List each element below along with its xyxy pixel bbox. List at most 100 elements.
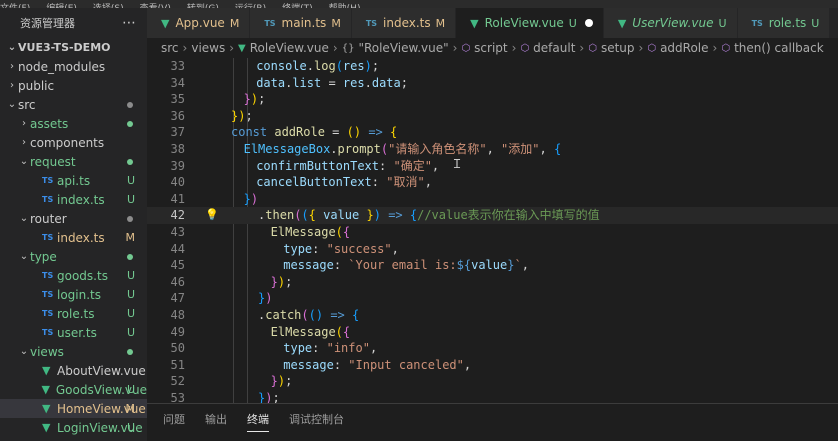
file-item[interactable]: TS goods.ts U (0, 266, 147, 285)
folder-item[interactable]: › assets (0, 114, 147, 133)
chevron-right-icon: › (638, 41, 644, 55)
code-token: ) (373, 208, 381, 223)
code-text: }); (256, 373, 293, 390)
file-item[interactable]: TS index.ts U (0, 190, 147, 209)
folder-item[interactable]: ⌄ type (0, 247, 147, 266)
folder-item[interactable]: › components (0, 133, 147, 152)
folder-item[interactable]: ⌄ router (0, 209, 147, 228)
code-token: message (283, 357, 334, 372)
code-token: : (312, 241, 327, 256)
vue-file-icon: ▼ (42, 421, 51, 434)
code-text: .then(({ value }) => {//value表示你在输入中填写的值 (244, 207, 600, 224)
breadcrumb: src › views › ▼ RoleView.vue ›{} "RoleView.vue"… (147, 38, 838, 58)
unsaved-dot-icon[interactable] (584, 19, 593, 27)
file-item[interactable]: TS user.ts U (0, 323, 147, 342)
ts-file-icon: TS (42, 309, 54, 318)
code-token: () (308, 308, 324, 322)
code-token: //value表示你在输入中填写的值 (417, 208, 600, 223)
code-token: , (391, 241, 399, 256)
tab-roleview-vue[interactable]: ▼ RoleView.vue U (456, 8, 604, 38)
ts-file-icon: TS (42, 195, 54, 204)
line-number: 42 (170, 208, 185, 223)
line-number: 53 (170, 391, 185, 403)
tab-role-ts[interactable]: TS role.ts U (737, 8, 831, 38)
folder-item[interactable]: › public (0, 76, 147, 95)
breadcrumb-item[interactable]: script (474, 41, 507, 55)
panel-tab[interactable]: 输出 (205, 404, 227, 431)
folder-item[interactable]: › node_modules (0, 57, 147, 76)
file-item[interactable]: ▼ LoginView.vue U (0, 418, 147, 437)
tab-main-ts[interactable]: TS main.ts M (250, 8, 352, 38)
tab-status: M (229, 16, 240, 30)
code-token: ) (364, 59, 372, 73)
panel-tab[interactable]: 问题 (163, 404, 185, 431)
line-number: 43 (170, 225, 185, 239)
tab-label: App.vue (175, 16, 225, 30)
code-token: ( (335, 225, 343, 239)
cube-icon: ⬡ (721, 42, 731, 54)
folder-item[interactable]: ⌄ src (0, 95, 147, 114)
ellipsis-icon[interactable]: ⋯ (122, 15, 137, 31)
code-token: ) (250, 191, 259, 206)
code-token: addRole (274, 125, 325, 140)
lightbulb-icon[interactable]: 💡 (205, 207, 219, 224)
chevron-right-icon: › (511, 41, 517, 55)
code-token: . (243, 308, 266, 322)
cube-icon: ⬡ (461, 42, 471, 54)
code-token: "添加" (501, 142, 540, 156)
line-number: 46 (170, 274, 185, 289)
ts-icon: TS (751, 18, 763, 28)
breadcrumb-item[interactable]: setup (601, 41, 635, 55)
code-token: ${ (456, 258, 472, 273)
code-text: cancelButtonText: "取消", (256, 174, 432, 191)
file-label: node_modules (18, 59, 106, 74)
tab-app-vue[interactable]: ▼ App.vue M (147, 8, 251, 38)
breadcrumb-item[interactable]: addRole (660, 41, 708, 55)
file-item[interactable]: ▼ HomeView.vue M (0, 399, 147, 418)
code-token: ; (400, 75, 408, 90)
file-item[interactable]: ▼ GoodsView.vue U (0, 380, 148, 399)
code-token: ; (285, 274, 293, 289)
tab-label: RoleView.vue (484, 16, 564, 30)
vue-icon: ▼ (470, 16, 479, 30)
folder-item[interactable]: ⌄ views (0, 342, 147, 361)
code-token: => (388, 208, 403, 223)
code-line: 43 ElMessage({ (147, 224, 838, 241)
code-token: { (308, 208, 316, 223)
panel-tab[interactable]: 终端 (247, 404, 269, 432)
code-line: 51 message: "Input canceled", (147, 357, 838, 374)
file-item[interactable]: TS login.ts U (0, 285, 147, 304)
folder-item[interactable]: ⌄ request (0, 152, 147, 171)
line-number: 37 (170, 125, 185, 140)
breadcrumb-item[interactable]: default (533, 41, 575, 55)
git-status-badge: M (125, 231, 136, 244)
tab-label: index.ts (383, 16, 431, 30)
panel-tab[interactable]: 调试控制台 (289, 404, 344, 431)
project-folder[interactable]: ⌄ VUE3-TS-DEMO (0, 38, 147, 57)
chevron-right-icon: › (579, 41, 585, 55)
code-line: 44 type: "success", (147, 241, 838, 258)
breadcrumb-item[interactable]: views (191, 41, 225, 55)
breadcrumb-item[interactable]: "RoleView.vue" (358, 41, 448, 55)
breadcrumb-item[interactable]: RoleView.vue (250, 41, 329, 55)
file-item[interactable]: ▼ AboutView.vue (0, 361, 147, 380)
code-token: `Your email is: (348, 258, 457, 273)
tab-index-ts[interactable]: TS index.ts M (351, 8, 457, 38)
breadcrumb-item[interactable]: src (161, 41, 179, 55)
code-token: . (364, 75, 372, 90)
breadcrumb-item[interactable]: then() callback (734, 41, 824, 55)
tab-label: UserView.vue (632, 16, 714, 30)
file-item[interactable]: TS api.ts U (0, 171, 147, 190)
tab-label: role.ts (768, 16, 807, 30)
code-editor[interactable]: Ｉ 33 console.log(res); 34 data.list = res.d… (147, 58, 838, 403)
code-token: data (256, 75, 286, 90)
file-item[interactable]: TS role.ts U (0, 304, 147, 323)
code-token: res (342, 59, 365, 73)
code-token: { (342, 225, 351, 239)
tab-userview-vue[interactable]: ▼ UserView.vue U (603, 8, 738, 38)
file-item[interactable]: TS index.ts M (0, 228, 147, 247)
code-text: ElMessage({ (256, 324, 351, 341)
chevron-down-icon: ⌄ (7, 42, 17, 53)
